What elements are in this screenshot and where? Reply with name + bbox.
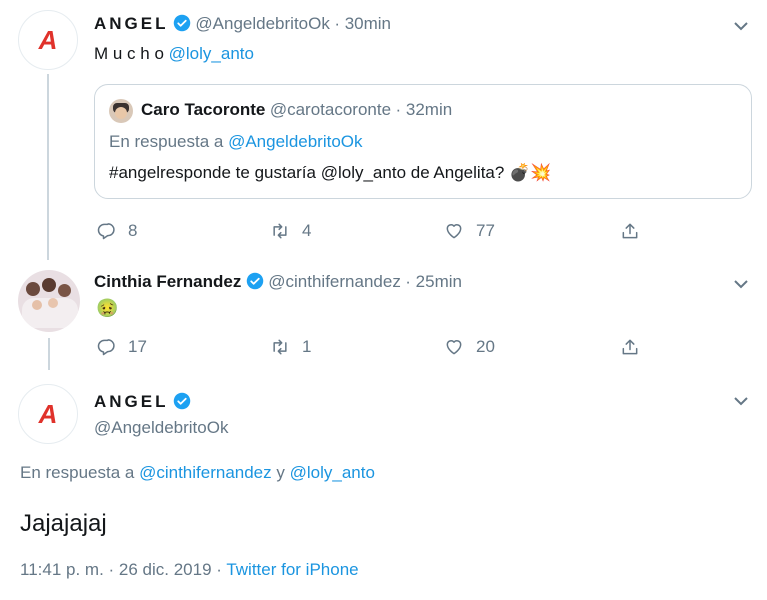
quote-header: Caro Tacoronte @carotacoronte · 32min [141, 100, 452, 120]
reply-icon [97, 339, 115, 356]
share-icon [622, 339, 638, 355]
tweet-time[interactable]: · 30min [334, 14, 391, 33]
author-name[interactable]: ANGEL [94, 14, 169, 33]
reply-button[interactable]: 8 [96, 221, 137, 241]
reply-mention[interactable]: @AngeldebritoOk [228, 132, 362, 151]
reply-count: 8 [128, 221, 138, 240]
avatar-letter: A [38, 24, 58, 55]
tweet-timestamp[interactable]: 11:41 p. m. · 26 dic. 2019 · [20, 560, 226, 579]
like-count: 20 [476, 337, 495, 356]
reply-count: 17 [128, 337, 147, 356]
tweet-emoji: 🤢 [96, 298, 119, 318]
heart-icon [446, 224, 462, 239]
chevron-down-icon[interactable] [734, 396, 748, 406]
retweet-icon [273, 339, 287, 355]
reply-prefix: En respuesta a [109, 132, 229, 151]
retweet-button[interactable]: 4 [270, 221, 311, 241]
reply-mention-2[interactable]: @loly_anto [290, 463, 375, 482]
like-button[interactable]: 77 [444, 221, 495, 241]
reply-context: En respuesta a @cinthifernandez y @loly_… [20, 463, 375, 483]
chevron-down-icon[interactable] [734, 279, 748, 289]
tweet-timestamp-row: 11:41 p. m. · 26 dic. 2019 · Twitter for… [20, 560, 359, 580]
author-handle[interactable]: @cinthifernandez [268, 272, 401, 291]
tweet-header: ANGEL @AngeldebritoOk · 30min [94, 14, 391, 34]
quoted-tweet[interactable]: Caro Tacoronte @carotacoronte · 32min En… [94, 84, 752, 199]
share-button[interactable] [620, 337, 640, 357]
author-name[interactable]: ANGEL [94, 392, 169, 411]
tweet-text: M u c h o @loly_anto [94, 44, 254, 64]
verified-icon [173, 14, 191, 32]
retweet-count: 4 [302, 221, 312, 240]
source-link[interactable]: Twitter for iPhone [226, 560, 358, 579]
thread-line [48, 338, 50, 370]
angel-avatar[interactable]: A [18, 10, 78, 70]
reply-and: y [271, 463, 290, 482]
author-name-row: ANGEL [94, 392, 191, 412]
author-name[interactable]: Cinthia Fernandez [94, 272, 241, 291]
avatar-letter: A [38, 398, 58, 429]
reply-button[interactable]: 17 [96, 337, 147, 357]
like-count: 77 [476, 221, 495, 240]
author-handle[interactable]: @AngeldebritoOk [94, 418, 228, 438]
retweet-icon [273, 223, 287, 239]
tweet-text: Jajajajaj [20, 510, 107, 537]
reply-mention-1[interactable]: @cinthifernandez [139, 463, 272, 482]
verified-icon [246, 272, 264, 290]
tweet-time[interactable]: · 25min [405, 272, 462, 291]
quote-author-handle: @carotacoronte [269, 100, 392, 119]
quote-avatar [109, 99, 133, 123]
retweet-button[interactable]: 1 [270, 337, 311, 357]
tweet-header: Cinthia Fernandez @cinthifernandez · 25m… [94, 272, 462, 292]
quote-text: #angelresponde te gustaría @loly_anto de… [109, 163, 552, 182]
quote-time: · 32min [395, 100, 453, 119]
mention-link[interactable]: @loly_anto [169, 44, 254, 63]
heart-icon [446, 340, 462, 355]
quote-reply-context: En respuesta a @AngeldebritoOk [109, 132, 363, 152]
verified-icon [173, 392, 191, 410]
author-handle[interactable]: @AngeldebritoOk [195, 14, 329, 33]
share-icon [622, 223, 638, 239]
reply-icon [97, 223, 115, 240]
cinthia-avatar[interactable] [18, 270, 80, 332]
thread-line [47, 74, 49, 260]
angel-avatar[interactable]: A [18, 384, 78, 444]
tweet-text-prefix: M u c h o [94, 44, 169, 63]
share-button[interactable] [620, 221, 640, 241]
retweet-count: 1 [302, 337, 312, 356]
like-button[interactable]: 20 [444, 337, 495, 357]
reply-prefix: En respuesta a [20, 463, 140, 482]
chevron-down-icon[interactable] [734, 21, 748, 31]
quote-author-name: Caro Tacoronte [141, 100, 266, 119]
